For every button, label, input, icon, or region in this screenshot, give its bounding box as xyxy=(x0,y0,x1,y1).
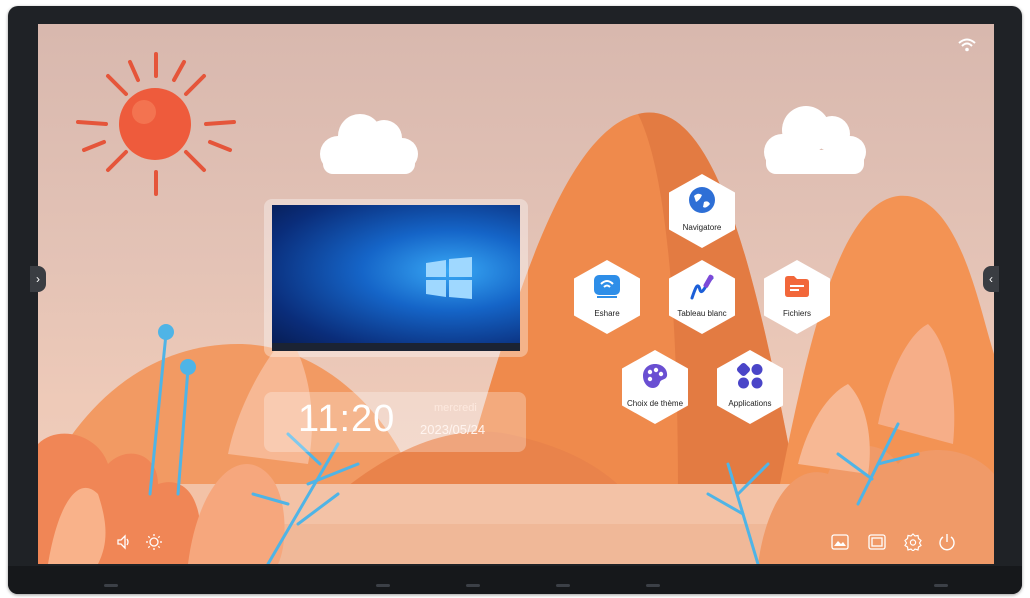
settings-icon[interactable] xyxy=(903,532,923,552)
screenshot-icon[interactable] xyxy=(830,532,850,552)
palette-icon xyxy=(643,364,668,388)
clock-day: mercredi xyxy=(434,402,477,414)
left-edge-tab[interactable]: › xyxy=(30,266,46,292)
bezel-button[interactable] xyxy=(646,584,660,587)
bezel-button[interactable] xyxy=(934,584,948,587)
bezel-button[interactable] xyxy=(556,584,570,587)
right-edge-tab[interactable]: ‹ xyxy=(983,266,999,292)
clock-widget: 11:20 mercredi 2023/05/24 xyxy=(264,392,526,452)
sun xyxy=(119,88,191,160)
windows-desktop-preview[interactable] xyxy=(272,205,520,351)
cloud-right xyxy=(764,106,866,174)
app-label: Fichiers xyxy=(782,309,811,318)
app-label: Choix de thème xyxy=(626,399,684,408)
chevron-left-icon: ‹ xyxy=(989,272,993,286)
power-icon[interactable] xyxy=(937,532,957,552)
windows-taskbar xyxy=(272,343,520,351)
chevron-right-icon: › xyxy=(36,272,40,286)
globe-icon xyxy=(689,187,715,213)
window-icon[interactable] xyxy=(867,532,887,552)
wifi-icon[interactable] xyxy=(958,38,976,52)
bezel-bottom-strip xyxy=(8,566,1022,594)
app-label: Tableau blanc xyxy=(677,309,727,318)
cloud-left xyxy=(320,114,418,174)
bezel-button[interactable] xyxy=(466,584,480,587)
folder-icon xyxy=(785,276,809,297)
app-label: Navigatore xyxy=(682,223,722,232)
app-label: Eshare xyxy=(594,309,620,318)
clock-time: 11:20 xyxy=(298,398,396,440)
brightness-icon[interactable] xyxy=(144,532,164,552)
home-screen: 11:20 mercredi 2023/05/24 Navigatore Esh… xyxy=(38,24,994,564)
clock-date: 2023/05/24 xyxy=(420,422,486,437)
volume-icon[interactable] xyxy=(114,532,134,552)
whiteboard-pen-icon xyxy=(690,274,714,300)
windows-logo-icon xyxy=(426,257,472,299)
bezel-button[interactable] xyxy=(376,584,390,587)
screen-share-icon xyxy=(594,275,620,298)
source-preview-card[interactable] xyxy=(264,199,528,357)
bezel-button[interactable] xyxy=(104,584,118,587)
apps-grid-icon xyxy=(736,362,763,389)
app-label: Applications xyxy=(728,399,772,408)
